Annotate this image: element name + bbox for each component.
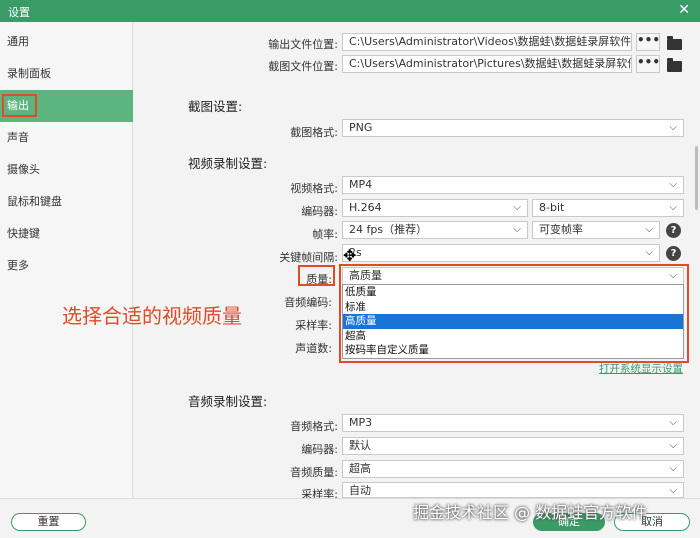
title-bar: 设置 ✕: [0, 0, 700, 22]
screenshot-format-select[interactable]: PNG ⌵: [342, 119, 684, 137]
chevron-down-icon: ⌵: [669, 485, 677, 496]
video-format-value: MP4: [349, 178, 373, 191]
screenshot-path-field[interactable]: C:\Users\Administrator\Pictures\数据蛙\数据蛙录…: [342, 55, 632, 73]
audio-sample-rate-select[interactable]: 自动 ⌵: [342, 482, 684, 498]
screenshot-path-label: 截图文件位置:: [268, 60, 338, 73]
audio-quality-value: 超高: [349, 462, 371, 475]
audio-quality-select[interactable]: 超高 ⌵: [342, 460, 684, 478]
quality-option[interactable]: 低质量: [343, 285, 683, 300]
screenshot-path-browse-button[interactable]: •••: [636, 55, 660, 73]
fps-value: 24 fps（推荐）: [349, 223, 428, 236]
video-path-browse-button[interactable]: •••: [636, 33, 660, 51]
annotation-text: 选择合适的视频质量: [62, 304, 242, 328]
audio-encoder-select[interactable]: 默认 ⌵: [342, 437, 684, 455]
open-system-display-link[interactable]: 打开系统显示设置: [599, 361, 683, 376]
encoder-value: H.264: [349, 201, 382, 214]
close-icon[interactable]: ✕: [678, 2, 690, 18]
video-format-select[interactable]: MP4 ⌵: [342, 176, 684, 194]
chevron-down-icon: ⌵: [669, 202, 677, 213]
reset-button[interactable]: 重置: [11, 513, 86, 531]
chevron-down-icon: ⌵: [513, 224, 521, 235]
keyframe-interval-select[interactable]: 2s ⌵: [342, 244, 660, 262]
video-path-field[interactable]: C:\Users\Administrator\Videos\数据蛙\数据蛙录屏软…: [342, 33, 632, 51]
chevron-down-icon: ⌵: [669, 122, 677, 133]
sidebar-item-hotkeys[interactable]: 快捷键: [0, 218, 133, 250]
chevron-down-icon: ⌵: [669, 417, 677, 428]
chevron-down-icon: ⌵: [669, 463, 677, 474]
chevron-down-icon: ⌵: [513, 202, 521, 213]
quality-option[interactable]: 标准: [343, 300, 683, 315]
video-settings-heading: 视频录制设置:: [188, 156, 268, 171]
bitdepth-select[interactable]: 8-bit ⌵: [532, 199, 684, 217]
fps-mode-select[interactable]: 可变帧率 ⌵: [532, 221, 660, 239]
encoder-label: 编码器:: [301, 205, 338, 218]
screenshot-format-label: 截图格式:: [290, 126, 338, 139]
quality-option-selected[interactable]: 高质量: [343, 314, 683, 329]
sidebar-item-camera[interactable]: 摄像头: [0, 154, 133, 186]
audio-encoder-value: 默认: [349, 439, 371, 452]
watermark: 掘金技术社区 @ 数据蛙官方软件: [413, 503, 648, 522]
video-path-label: 输出文件位置:: [268, 38, 338, 51]
sidebar-item-output[interactable]: 输出: [0, 90, 133, 122]
encoder-select[interactable]: H.264 ⌵: [342, 199, 528, 217]
window-title: 设置: [8, 6, 30, 19]
channels-label: 声道数:: [295, 342, 332, 355]
quality-label: 质量:: [306, 273, 332, 286]
keyframe-help-icon[interactable]: ?: [666, 246, 681, 261]
keyframe-interval-label: 关键帧间隔:: [279, 251, 338, 264]
quality-value: 高质量: [349, 269, 382, 282]
audio-format-label: 音频格式:: [290, 420, 338, 433]
sidebar: 通用 录制面板 输出 声音 摄像头 鼠标和键盘 快捷键 更多: [0, 22, 133, 498]
sidebar-item-more[interactable]: 更多: [0, 250, 133, 282]
sidebar-item-sound[interactable]: 声音: [0, 122, 133, 154]
audio-codec-label: 音频编码:: [284, 296, 332, 309]
fps-help-icon[interactable]: ?: [666, 223, 681, 238]
audio-format-select[interactable]: MP3 ⌵: [342, 414, 684, 432]
quality-option[interactable]: 超高: [343, 329, 683, 344]
bitdepth-value: 8-bit: [539, 201, 565, 214]
audio-format-value: MP3: [349, 416, 373, 429]
video-folder-icon[interactable]: [667, 36, 682, 50]
sample-rate-label: 采样率:: [295, 319, 332, 332]
fps-mode-value: 可变帧率: [539, 223, 583, 236]
chevron-down-icon: ⌵: [669, 440, 677, 451]
quality-options-list: 低质量 标准 高质量 超高 按码率自定义质量: [342, 284, 684, 359]
chevron-down-icon: ⌵: [669, 179, 677, 190]
sidebar-item-mouse-keyboard[interactable]: 鼠标和键盘: [0, 186, 133, 218]
audio-quality-label: 音频质量:: [290, 466, 338, 479]
screenshot-folder-icon[interactable]: [667, 58, 682, 72]
audio-sample-rate-value: 自动: [349, 484, 371, 497]
screenshot-format-value: PNG: [349, 121, 373, 134]
chevron-down-icon: ⌵: [645, 224, 653, 235]
screenshot-settings-heading: 截图设置:: [188, 99, 243, 114]
chevron-down-icon: ⌵: [645, 247, 653, 258]
move-cursor-icon: ✥: [343, 246, 357, 265]
quality-option[interactable]: 按码率自定义质量: [343, 343, 683, 358]
audio-settings-heading: 音频录制设置:: [188, 394, 268, 409]
sidebar-item-general[interactable]: 通用: [0, 26, 133, 58]
quality-select[interactable]: 高质量 ⌵: [342, 267, 684, 285]
chevron-down-icon: ⌵: [669, 270, 677, 281]
audio-encoder-label: 编码器:: [301, 443, 338, 456]
fps-label: 帧率:: [312, 228, 338, 241]
video-format-label: 视频格式:: [290, 182, 338, 195]
scrollbar[interactable]: [695, 146, 698, 210]
fps-select[interactable]: 24 fps（推荐） ⌵: [342, 221, 528, 239]
sidebar-item-recording-panel[interactable]: 录制面板: [0, 58, 133, 90]
